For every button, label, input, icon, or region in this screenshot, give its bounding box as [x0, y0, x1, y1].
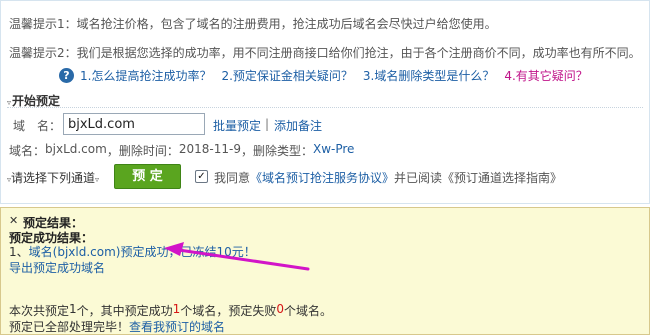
summary-prefix: 本次共预定	[9, 304, 70, 318]
summary-mid1: 个，其中预定成功	[76, 304, 173, 318]
divider	[7, 107, 643, 108]
delete-time-label: ，删除时间：	[106, 144, 179, 158]
domain-label: 域 名：	[13, 119, 62, 133]
domain-info-prefix: 域名：	[9, 144, 46, 158]
summary-total: 1	[69, 302, 77, 316]
channel-label: 请选择下列通道	[11, 171, 96, 185]
channel-select[interactable]: ▿请选择下列通道▿	[7, 169, 99, 186]
summary-line: 本次共预定 1 个，其中预定成功 1 个域名，预定失败 0 个域名。	[9, 302, 332, 319]
result-panel: ✕ 预定结果： 预定成功结果： 1、 域名(bjxld.com)预定成功，已冻结…	[0, 207, 650, 335]
channel-row: ▿请选择下列通道▿ 预 定 ✓ 我同意 《域名预订抢注服务协议》 并已阅读 《预…	[7, 164, 647, 189]
agree-checkbox[interactable]: ✓	[195, 170, 208, 183]
tip-2: 温馨提示2：我们是根据您选择的成功率，用不同注册商接口给你们抢注，由于各个注册商…	[9, 46, 641, 60]
delete-time: 2018-11-9	[178, 142, 241, 156]
done-text: 预定已全部处理完毕！	[9, 320, 130, 334]
domain-input[interactable]	[63, 113, 205, 135]
faq-link-3[interactable]: 3.域名删除类型是什么？	[363, 67, 494, 84]
summary-fail-count: 0	[276, 302, 284, 316]
link-separator: |	[265, 117, 270, 131]
agree-prefix: 我同意	[214, 171, 251, 185]
agreement-text: 我同意 《域名预订抢注服务协议》 并已阅读 《预订通道选择指南》	[214, 169, 562, 186]
preorder-button[interactable]: 预 定	[114, 164, 181, 189]
faq-link-2[interactable]: 2.预定保证金相关疑问？	[221, 67, 352, 84]
agree-middle: 并已阅读	[394, 171, 443, 185]
start-preorder-label: 开始预定	[12, 94, 61, 108]
success-line-index: 1、	[9, 245, 29, 259]
export-link[interactable]: 导出预定成功域名	[9, 259, 105, 276]
guide-text: 《预订通道选择指南》	[442, 171, 563, 185]
faq-link-1[interactable]: 1.怎么提高抢注成功率？	[80, 67, 211, 84]
question-icon: ?	[59, 67, 74, 83]
done-line: 预定已全部处理完毕！ 查看我预订的域名	[9, 318, 225, 335]
channel-dropdown-icon: ▿	[95, 175, 100, 184]
batch-preorder-link[interactable]: 批量预定	[213, 117, 261, 134]
annotation-arrow-icon	[164, 242, 310, 271]
add-note-link[interactable]: 添加备注	[274, 117, 322, 134]
delete-type-label: ，删除类型：	[240, 144, 313, 158]
agreement-link[interactable]: 《域名预订抢注服务协议》	[250, 169, 394, 186]
domain-info: 域名： bjxLd.com ，删除时间： 2018-11-9 ，删除类型： Xw…	[9, 142, 354, 159]
faq-links: ? 1.怎么提高抢注成功率？ 2.预定保证金相关疑问？ 3.域名删除类型是什么？…	[59, 66, 598, 84]
faq-link-4[interactable]: 4.有其它疑问？	[504, 67, 587, 84]
collapse-triangle-icon: ▿	[7, 98, 12, 107]
summary-suffix: 个域名。	[283, 304, 332, 318]
summary-success-count: 1	[172, 302, 181, 316]
domain-info-domain: bjxLd.com	[45, 142, 107, 156]
delete-type[interactable]: Xw-Pre	[313, 142, 354, 159]
tip-1: 温馨提示1：域名抢注价格，包含了域名的注册费用，抢注成功后域名会尽快过户给您使用…	[9, 17, 497, 31]
preorder-panel: 温馨提示1：域名抢注价格，包含了域名的注册费用，抢注成功后域名会尽快过户给您使用…	[0, 0, 650, 204]
summary-mid2: 个域名，预定失败	[180, 304, 277, 318]
close-icon[interactable]: ✕	[9, 214, 18, 227]
view-my-domains-link[interactable]: 查看我预订的域名	[129, 318, 225, 335]
